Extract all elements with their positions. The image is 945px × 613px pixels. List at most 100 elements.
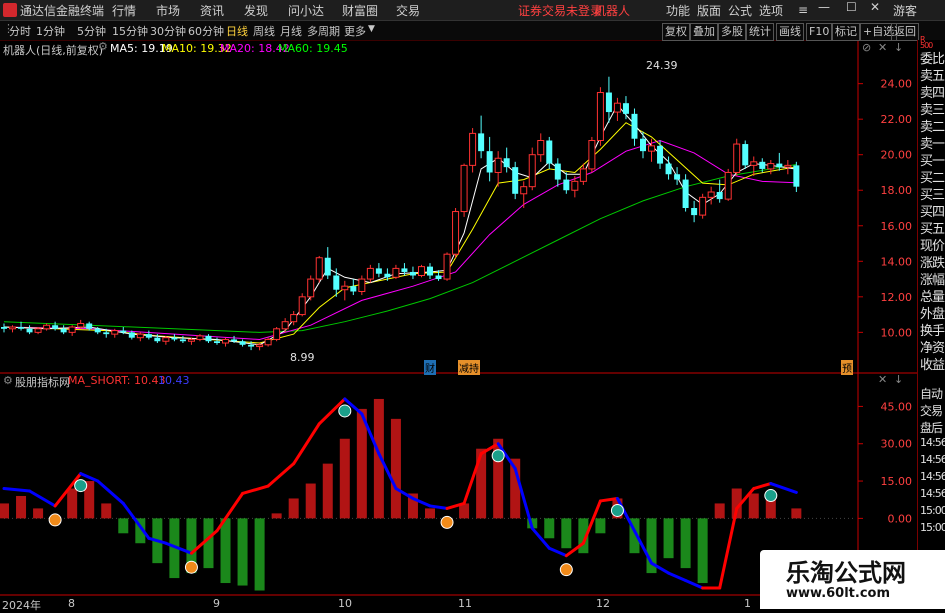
chart-title: 机器人(日线,前复权)	[3, 44, 104, 57]
tab-5min[interactable]: 5分钟	[77, 23, 106, 39]
indicator-bar	[288, 498, 299, 519]
candle-body	[613, 102, 621, 113]
menu-item-function[interactable]: 功能	[666, 2, 690, 19]
tab-intraday[interactable]: 分时	[9, 23, 31, 39]
candle-body	[784, 164, 792, 168]
nav-next-icon[interactable]: ↓	[894, 41, 903, 54]
candle-body	[682, 179, 689, 208]
menu-item-trade[interactable]: 交易	[396, 2, 420, 19]
side-item[interactable]: 15:00	[920, 504, 945, 517]
date-label: 12	[596, 597, 610, 610]
buy-signal-icon	[48, 513, 62, 527]
ma60-series	[3, 164, 797, 333]
candle-body	[716, 192, 723, 200]
indicator-curve-segment	[718, 506, 739, 590]
indicator-bar	[67, 488, 78, 519]
candle-body	[248, 344, 255, 347]
guest-label[interactable]: 游客	[893, 2, 917, 19]
candle-body	[486, 151, 493, 173]
menu-item-layout[interactable]: 版面	[697, 2, 721, 19]
candle-body	[307, 278, 315, 298]
menu-icon[interactable]: ≡	[798, 3, 808, 17]
tab-weekly[interactable]: 周线	[253, 23, 275, 39]
indicator-settings-icon[interactable]: ⚙	[3, 374, 13, 387]
tab-1min[interactable]: 1分钟	[36, 23, 65, 39]
button-multi-stock[interactable]: 多股	[718, 23, 746, 41]
event-earnings[interactable]: 财	[424, 360, 436, 375]
candle-body	[478, 133, 485, 152]
side-item[interactable]: 14:56	[920, 470, 945, 483]
button-statistics[interactable]: 统计	[746, 23, 774, 41]
candle-body	[767, 163, 775, 170]
date-label: 9	[213, 597, 220, 610]
tab-more[interactable]: 更多	[344, 23, 366, 39]
button-back[interactable]: 返回	[891, 23, 919, 41]
candle-body	[86, 323, 93, 329]
close-icon[interactable]: ✕	[870, 0, 880, 14]
indicator-expand-icon[interactable]: ↓	[894, 373, 903, 386]
sell-signal-icon	[74, 479, 88, 493]
candle-body	[128, 332, 135, 338]
login-status[interactable]: 证券交易未登录	[518, 2, 602, 19]
side-item[interactable]: 14:56	[920, 453, 945, 466]
indicator-close-icon[interactable]: ✕	[878, 373, 887, 386]
ma5-line	[3, 104, 797, 346]
tab-monthly[interactable]: 月线	[280, 23, 302, 39]
indicator-bar	[680, 518, 691, 569]
menu-item-discover[interactable]: 发现	[244, 2, 268, 19]
candle-body	[43, 324, 51, 330]
settings-icon[interactable]: ⚙	[98, 40, 108, 53]
candle-body	[469, 132, 477, 166]
indicator-bar	[339, 438, 350, 519]
tab-60min[interactable]: 60分钟	[188, 23, 224, 39]
side-item[interactable]: 14:56	[920, 436, 945, 449]
candle-body	[52, 325, 59, 329]
nav-prev-icon[interactable]: ⊘	[862, 41, 871, 54]
tab-multi-period[interactable]: 多周期	[307, 23, 340, 39]
candle-body	[596, 92, 604, 141]
candle-body	[239, 341, 246, 345]
menu-item-markets[interactable]: 市场	[156, 2, 180, 19]
menu-item-ask[interactable]: 问小达	[288, 2, 324, 19]
menu-item-wealth[interactable]: 财富圈	[342, 2, 378, 19]
button-f10[interactable]: F10	[806, 23, 833, 41]
candle-body	[60, 328, 67, 333]
more-dropdown-icon[interactable]: ▼	[368, 24, 375, 34]
menu-item-market[interactable]: 行情	[112, 2, 136, 19]
side-item[interactable]: 交易	[920, 402, 943, 419]
menu-item-news[interactable]: 资讯	[200, 2, 224, 19]
event-reduction[interactable]: 减持	[458, 360, 480, 375]
menu-item-formula[interactable]: 公式	[728, 2, 752, 19]
menu-item-options[interactable]: 选项	[759, 2, 783, 19]
candle-body	[154, 337, 161, 342]
candle-body	[733, 143, 741, 173]
minimize-icon[interactable]: —	[818, 0, 830, 14]
candle-body	[145, 334, 152, 338]
tab-30min[interactable]: 30分钟	[150, 23, 186, 39]
side-item[interactable]: 15:00	[920, 521, 945, 534]
candle-body	[366, 267, 374, 280]
candle-body	[68, 326, 76, 333]
button-overlay[interactable]: 叠加	[690, 23, 718, 41]
maximize-icon[interactable]: ☐	[846, 0, 857, 14]
event-forecast[interactable]: 预	[841, 360, 853, 375]
chart-close-icon[interactable]: ✕	[878, 41, 887, 54]
indicator-bar	[254, 518, 265, 591]
button-mark[interactable]: 标记	[832, 23, 860, 41]
candle-body	[699, 196, 707, 216]
candle-body	[452, 211, 460, 255]
side-item[interactable]: 盘后	[920, 419, 943, 436]
tab-daily[interactable]: 日线	[226, 23, 248, 39]
side-item[interactable]: 自动	[920, 385, 943, 402]
side-item[interactable]: 14:56	[920, 487, 945, 500]
candle-body	[214, 341, 220, 344]
app-title: 通达信金融终端	[20, 4, 105, 18]
button-draw-line[interactable]: 画线	[776, 23, 804, 41]
candle-body	[9, 326, 17, 330]
quote-item[interactable]: 收益	[920, 354, 945, 373]
button-adjust[interactable]: 复权	[662, 23, 690, 41]
date-label: 8	[68, 597, 75, 610]
indicator-bar	[561, 518, 572, 549]
indicator-curve-segment	[96, 479, 125, 505]
tab-15min[interactable]: 15分钟	[112, 23, 148, 39]
